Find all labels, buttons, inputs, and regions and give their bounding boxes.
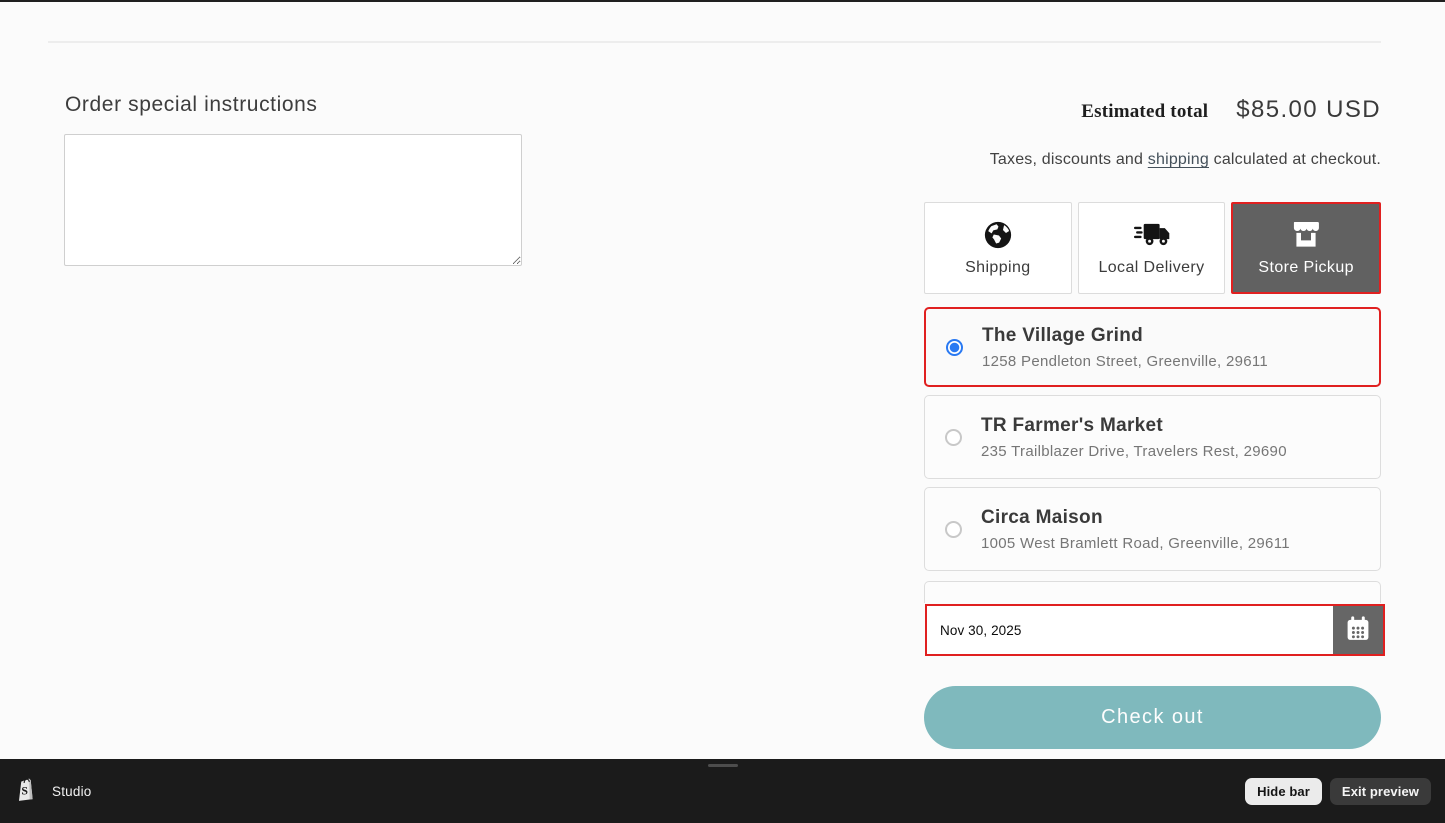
pickup-location-tr-farmers-market[interactable]: TR Farmer's Market 235 Trailblazer Drive… — [924, 395, 1381, 479]
svg-text:S: S — [21, 783, 28, 797]
store-icon — [1291, 220, 1321, 250]
order-instructions-heading: Order special instructions — [65, 93, 522, 117]
calendar-picker-button[interactable] — [1333, 606, 1383, 654]
shipping-method-label: Shipping — [965, 259, 1030, 277]
pickup-location-text: The Village Grind 1258 Pendleton Street,… — [982, 325, 1268, 370]
top-border — [0, 0, 1445, 2]
pickup-date-value: Nov 30, 2025 — [927, 623, 1022, 638]
check-out-button[interactable]: Check out — [924, 686, 1381, 749]
pickup-location-village-grind[interactable]: The Village Grind 1258 Pendleton Street,… — [924, 307, 1381, 387]
pickup-location-text: Circa Maison 1005 West Bramlett Road, Gr… — [981, 507, 1290, 552]
shipping-link[interactable]: shipping — [1148, 151, 1209, 168]
pickup-location-address: 1005 West Bramlett Road, Greenville, 296… — [981, 535, 1290, 552]
shopify-bag-icon: S — [16, 776, 37, 807]
store-pickup-method-label: Store Pickup — [1258, 259, 1354, 277]
order-instructions-textarea[interactable] — [64, 134, 522, 266]
pickup-date-field[interactable]: Nov 30, 2025 — [925, 604, 1385, 656]
calendar-icon — [1345, 616, 1371, 645]
studio-label: Studio — [52, 784, 91, 799]
local-delivery-method-label: Local Delivery — [1098, 259, 1204, 277]
tax-note-suffix: calculated at checkout. — [1209, 151, 1381, 168]
preview-bar: S Studio Hide bar Exit preview — [0, 759, 1445, 823]
pickup-location-name: TR Farmer's Market — [981, 415, 1287, 437]
local-delivery-method-button[interactable]: Local Delivery — [1078, 202, 1226, 294]
order-instructions-section: Order special instructions — [64, 93, 522, 271]
preview-bar-actions: Hide bar Exit preview — [1245, 778, 1431, 805]
pickup-location-circa-maison[interactable]: Circa Maison 1005 West Bramlett Road, Gr… — [924, 487, 1381, 571]
estimated-total-label: Estimated total — [1081, 101, 1208, 123]
delivery-method-group: Shipping Local Delivery — [924, 202, 1381, 294]
pickup-location-address: 1258 Pendleton Street, Greenville, 29611 — [982, 353, 1268, 370]
shipping-method-button[interactable]: Shipping — [924, 202, 1072, 294]
pickup-location-address: 235 Trailblazer Drive, Travelers Rest, 2… — [981, 443, 1287, 460]
tax-note: Taxes, discounts and shipping calculated… — [924, 148, 1381, 171]
pickup-location-name: Circa Maison — [981, 507, 1290, 529]
radio-unselected-icon[interactable] — [945, 429, 962, 446]
cart-summary-section: Estimated total $85.00 USD Taxes, discou… — [924, 96, 1381, 749]
pickup-location-text: TR Farmer's Market 235 Trailblazer Drive… — [981, 415, 1287, 460]
section-divider — [48, 41, 1381, 43]
pickup-location-list: The Village Grind 1258 Pendleton Street,… — [924, 307, 1381, 603]
hide-bar-button[interactable]: Hide bar — [1245, 778, 1322, 805]
exit-preview-button[interactable]: Exit preview — [1330, 778, 1431, 805]
estimated-total-amount: $85.00 USD — [1236, 96, 1381, 124]
truck-icon — [1134, 220, 1170, 250]
drag-handle[interactable] — [708, 764, 738, 767]
tax-note-prefix: Taxes, discounts and — [990, 151, 1148, 168]
globe-icon — [983, 220, 1013, 250]
preview-bar-brand: S Studio — [16, 776, 91, 807]
store-pickup-method-button[interactable]: Store Pickup — [1231, 202, 1381, 294]
radio-unselected-icon[interactable] — [945, 521, 962, 538]
estimated-total-row: Estimated total $85.00 USD — [924, 96, 1381, 124]
pickup-location-name: The Village Grind — [982, 325, 1268, 347]
pickup-location-partial-card — [924, 581, 1381, 603]
radio-selected-icon[interactable] — [946, 339, 963, 356]
